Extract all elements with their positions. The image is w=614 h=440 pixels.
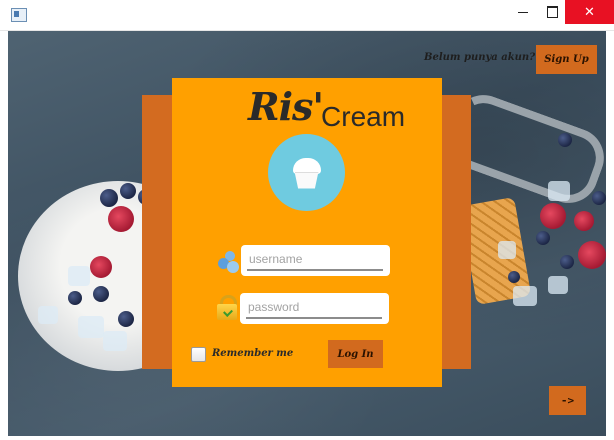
raspberry [578,241,606,269]
brand-name-part1: Ris' [248,84,324,129]
blueberry [120,183,136,199]
signup-prompt-text: Belum punya akun? [424,52,536,63]
blueberry [592,191,606,205]
minimize-icon [518,11,528,13]
blueberry [558,133,572,147]
blueberry [508,271,520,283]
brand-name-part2: Cream [321,101,406,132]
ice-cube [103,331,127,351]
password-input[interactable] [246,297,382,319]
raspberry [90,256,112,278]
raspberry [574,211,594,231]
ice-cube [68,266,90,286]
blueberry [100,189,118,207]
close-button[interactable]: ✕ [565,0,614,24]
close-icon: ✕ [584,4,595,20]
window-titlebar: ✕ [0,0,614,31]
username-field [241,245,390,276]
logo-circle [268,134,345,211]
ice-cube [548,276,568,294]
log-in-button[interactable]: Log In [328,340,383,368]
next-arrow-button[interactable]: -> [549,386,586,415]
blueberry [118,311,134,327]
raspberry [540,203,566,229]
username-input[interactable] [247,249,383,271]
ice-cube [38,306,58,324]
login-card: Ris'Cream Remember me Log In [172,78,442,387]
maximize-icon [546,6,558,18]
blueberry [93,286,109,302]
brand-logo-text: Ris'Cream [248,84,406,132]
sign-up-button[interactable]: Sign Up [536,45,597,74]
ice-cube [548,181,570,201]
ice-cube [498,241,516,259]
ice-cream-cup-icon [291,156,323,190]
ice-cube [513,286,537,306]
raspberry [108,206,134,232]
users-icon [217,251,239,273]
password-field [240,293,389,324]
blueberry [68,291,82,305]
blueberry [536,231,550,245]
remember-me-label: Remember me [212,348,294,359]
window-app-icon [11,8,27,22]
blueberry [560,255,574,269]
lock-icon [216,295,238,320]
remember-me-checkbox[interactable] [191,347,206,362]
ice-cube [78,316,104,338]
